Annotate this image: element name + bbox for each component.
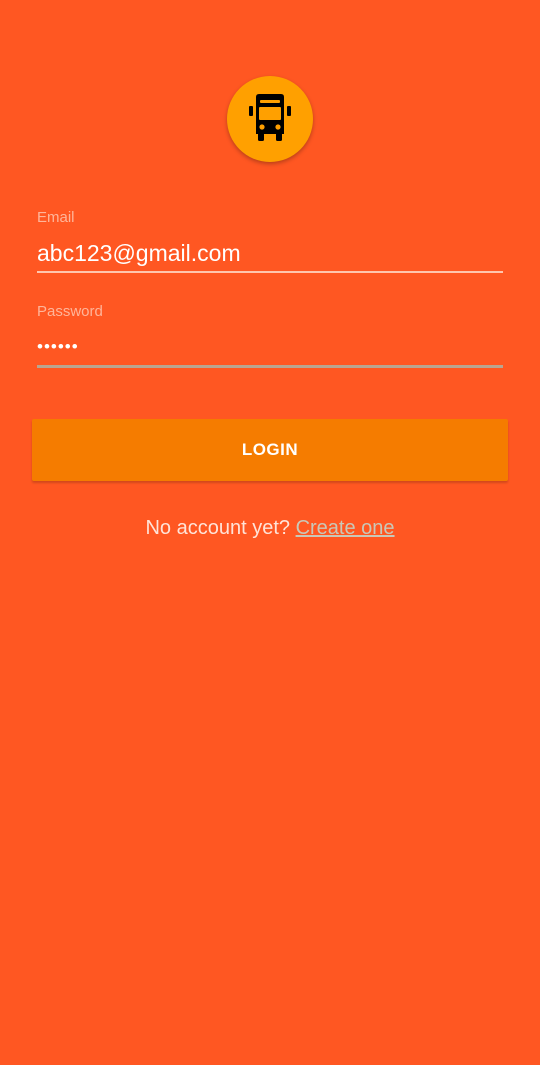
- password-field[interactable]: Password ••••••: [37, 303, 503, 368]
- email-underline: [37, 271, 503, 273]
- email-label: Email: [37, 209, 75, 226]
- email-field[interactable]: Email abc123@gmail.com: [37, 209, 503, 273]
- signup-prompt: No account yet? Create one: [0, 516, 540, 540]
- login-button[interactable]: LOGIN: [32, 419, 508, 481]
- password-label: Password: [37, 303, 103, 320]
- email-input[interactable]: abc123@gmail.com: [37, 239, 503, 267]
- signup-text: No account yet?: [145, 517, 296, 539]
- password-input[interactable]: ••••••: [37, 333, 503, 361]
- bus-icon: [249, 94, 291, 141]
- create-account-link[interactable]: Create one: [296, 517, 395, 539]
- password-underline: [37, 365, 503, 368]
- app-logo: [227, 76, 313, 162]
